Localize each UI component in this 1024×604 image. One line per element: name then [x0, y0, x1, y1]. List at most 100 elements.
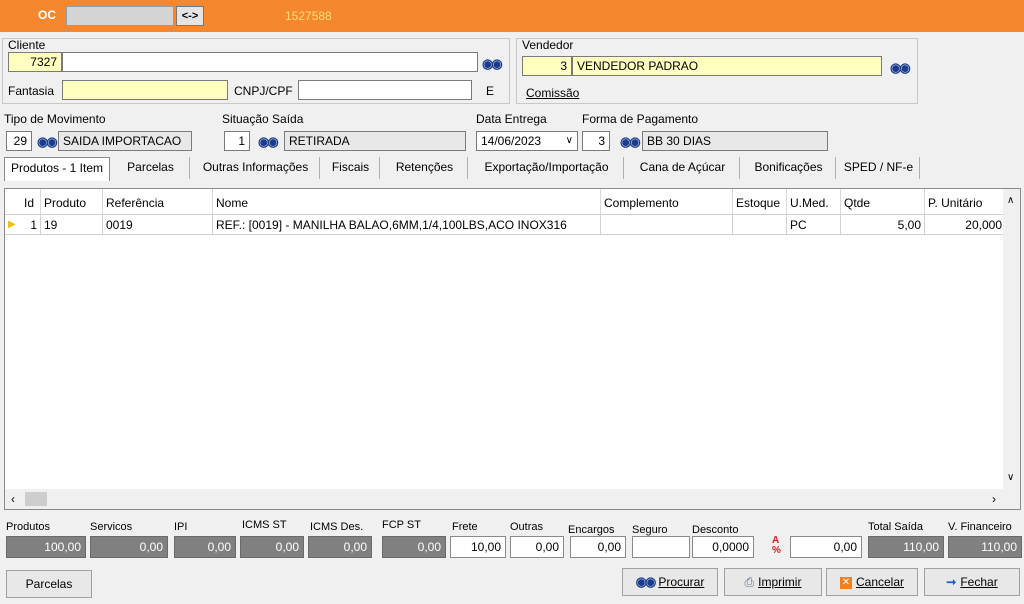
- vendedor-code-field[interactable]: 3: [522, 56, 572, 76]
- vendedor-search-icon[interactable]: ◉◉: [890, 60, 911, 76]
- cell-umed[interactable]: PC: [787, 215, 841, 235]
- cell-p-unitario[interactable]: 20,000: [925, 215, 1005, 235]
- tab-outras-informacoes[interactable]: Outras Informações: [192, 157, 320, 179]
- tab-produtos[interactable]: Produtos - 1 Item: [4, 157, 110, 181]
- seguro-label: Seguro: [632, 524, 668, 536]
- forma-pagamento-search-icon[interactable]: ◉◉: [620, 134, 641, 150]
- tab-cana-de-acucar[interactable]: Cana de Açúcar: [626, 157, 740, 179]
- cliente-label: Cliente: [8, 38, 46, 52]
- vendedor-label: Vendedor: [522, 38, 574, 52]
- products-grid[interactable]: Id Produto Referência Nome Complemento E…: [4, 188, 1021, 510]
- col-referencia[interactable]: Referência: [103, 189, 213, 215]
- col-complemento[interactable]: Complemento: [601, 189, 733, 215]
- horizontal-scrollbar[interactable]: ‹ ›: [5, 489, 1020, 509]
- v-financeiro-label: V. Financeiro: [948, 521, 1012, 533]
- tab-parcelas[interactable]: Parcelas: [112, 157, 190, 179]
- e-label: E: [486, 84, 495, 98]
- comissao-label[interactable]: Comissão: [526, 86, 579, 100]
- tab-fiscais[interactable]: Fiscais: [322, 157, 380, 179]
- fantasia-field[interactable]: [62, 80, 228, 100]
- encargos-field[interactable]: 0,00: [570, 536, 626, 558]
- col-nome[interactable]: Nome: [213, 189, 601, 215]
- icms-st-total-value: 0,00: [240, 536, 304, 558]
- order-number: 1527588: [285, 9, 332, 23]
- parcelas-button[interactable]: Parcelas: [6, 570, 92, 598]
- tab-sped-nfe[interactable]: SPED / NF-e: [838, 157, 920, 179]
- outras-field[interactable]: 0,00: [510, 536, 564, 558]
- tipo-movimento-code-field[interactable]: 29: [6, 131, 32, 151]
- col-produto[interactable]: Produto: [41, 189, 103, 215]
- procurar-button[interactable]: ◉◉ Procurar: [622, 568, 718, 596]
- desconto-percent-field[interactable]: 0,0000: [692, 536, 754, 558]
- tab-bonificacoes[interactable]: Bonificações: [742, 157, 836, 179]
- cnpj-field[interactable]: [298, 80, 472, 100]
- cell-qtde[interactable]: 5,00: [841, 215, 925, 235]
- data-entrega-field[interactable]: 14/06/2023 ∨: [476, 131, 578, 151]
- imprimir-label: Imprimir: [758, 575, 802, 589]
- situacao-saida-code-field[interactable]: 1: [224, 131, 250, 151]
- cell-id[interactable]: 1: [21, 215, 41, 235]
- col-umed[interactable]: U.Med.: [787, 189, 841, 215]
- fechar-button[interactable]: ➞ Fechar: [924, 568, 1020, 596]
- oc-label: OC: [38, 8, 56, 22]
- frete-field[interactable]: 10,00: [450, 536, 506, 558]
- scroll-thumb[interactable]: [25, 492, 47, 506]
- fantasia-label: Fantasia: [8, 84, 55, 98]
- situacao-saida-name-field: RETIRADA: [284, 131, 466, 151]
- chevron-down-icon[interactable]: ∨: [566, 132, 573, 150]
- table-row[interactable]: ▶ 1 19 0019 REF.: [0019] - MANILHA BALAO…: [5, 215, 1005, 235]
- tab-strip: Produtos - 1 Item Parcelas Outras Inform…: [2, 157, 1022, 181]
- icms-st-total-label: ICMS ST: [242, 519, 287, 531]
- cell-estoque[interactable]: [733, 215, 787, 235]
- icms-des-total-value: 0,00: [308, 536, 372, 558]
- scroll-right-icon[interactable]: ›: [992, 492, 996, 506]
- cliente-code-field[interactable]: 7327: [8, 52, 62, 72]
- cell-produto[interactable]: 19: [41, 215, 103, 235]
- cancelar-label: Cancelar: [855, 575, 905, 589]
- cliente-search-icon[interactable]: ◉◉: [482, 56, 503, 72]
- imprimir-button[interactable]: ⎙ Imprimir: [724, 568, 822, 596]
- tab-exportacao-importacao[interactable]: Exportação/Importação: [470, 157, 624, 179]
- cancel-icon: ✕: [839, 576, 852, 589]
- tipo-movimento-search-icon[interactable]: ◉◉: [37, 134, 58, 150]
- fcp-st-total-value: 0,00: [382, 536, 446, 558]
- forma-pagamento-name-field: BB 30 DIAS: [642, 131, 828, 151]
- desconto-value-field[interactable]: 0,00: [790, 536, 862, 558]
- ipi-total-label: IPI: [174, 521, 188, 533]
- cell-referencia[interactable]: 0019: [103, 215, 213, 235]
- sort-percent-icon[interactable]: A%: [772, 536, 781, 556]
- situacao-saida-search-icon[interactable]: ◉◉: [258, 134, 279, 150]
- tipo-movimento-label: Tipo de Movimento: [4, 112, 106, 126]
- forma-pagamento-code-field[interactable]: 3: [582, 131, 610, 151]
- cliente-name-field[interactable]: [62, 52, 478, 72]
- servicos-total-label: Servicos: [90, 521, 133, 533]
- col-qtde[interactable]: Qtde: [841, 189, 925, 215]
- seguro-field[interactable]: [632, 536, 690, 558]
- procurar-label: Procurar: [658, 575, 705, 589]
- oc-input[interactable]: [66, 6, 174, 26]
- grid-header: Id Produto Referência Nome Complemento E…: [5, 189, 1005, 215]
- swap-button[interactable]: <->: [176, 6, 204, 26]
- scroll-left-icon[interactable]: ‹: [11, 492, 15, 506]
- fechar-label: Fechar: [960, 575, 998, 589]
- cell-nome[interactable]: REF.: [0019] - MANILHA BALAO,6MM,1/4,100…: [213, 215, 601, 235]
- scroll-up-icon[interactable]: ∧: [1007, 195, 1014, 206]
- fcp-st-total-label: FCP ST: [382, 519, 421, 531]
- col-p-unitario[interactable]: P. Unitário: [925, 189, 1005, 215]
- tipo-movimento-name-field: SAIDA IMPORTACAO: [58, 131, 192, 151]
- icms-des-total-label: ICMS Des.: [310, 521, 364, 533]
- ipi-total-value: 0,00: [174, 536, 236, 558]
- vertical-scrollbar[interactable]: ∧ ∨: [1003, 189, 1020, 489]
- situacao-saida-label: Situação Saída: [222, 112, 304, 126]
- col-id[interactable]: Id: [21, 189, 41, 215]
- cell-complemento[interactable]: [601, 215, 733, 235]
- cancelar-button[interactable]: ✕ Cancelar: [826, 568, 918, 596]
- exit-icon: ➞: [946, 575, 957, 589]
- data-entrega-label: Data Entrega: [476, 112, 547, 126]
- col-estoque[interactable]: Estoque: [733, 189, 787, 215]
- row-indicator-icon: ▶: [8, 219, 16, 230]
- total-saida-value: 110,00: [868, 536, 944, 558]
- scroll-down-icon[interactable]: ∨: [1007, 472, 1014, 483]
- tab-retencoes[interactable]: Retenções: [382, 157, 468, 179]
- vendedor-name-field[interactable]: VENDEDOR PADRAO: [572, 56, 882, 76]
